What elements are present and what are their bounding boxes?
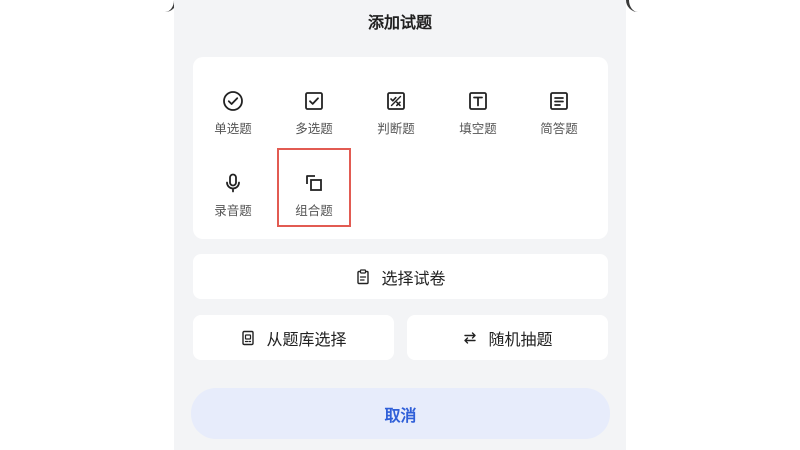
from-bank-label: 从题库选择: [266, 329, 347, 349]
select-paper-button[interactable]: 选择试卷: [193, 254, 608, 299]
text-t-icon: [469, 92, 487, 110]
random-draw-button[interactable]: 随机抽题: [407, 315, 608, 360]
add-question-sheet: 添加试题 单选题 多选题 判断题 填空题 简答题 录音题 组合题 选择试卷 从题…: [174, 0, 626, 450]
type-fill-blank[interactable]: 填空题: [443, 67, 513, 137]
cancel-label: 取消: [384, 405, 417, 425]
type-label: 录音题: [214, 203, 252, 218]
type-label: 判断题: [377, 121, 415, 136]
dialog-title: 添加试题: [367, 13, 432, 32]
phone-frame-corner-right: [626, 0, 641, 12]
swap-arrows-icon: [464, 331, 477, 344]
type-label: 填空题: [459, 121, 497, 136]
checkbox-icon: [305, 92, 323, 110]
text-lines-icon: [550, 92, 568, 110]
from-bank-button[interactable]: 从题库选择: [193, 315, 394, 360]
type-label: 简答题: [540, 121, 578, 136]
cancel-button[interactable]: 取消: [191, 388, 610, 439]
select-paper-label: 选择试卷: [381, 268, 446, 288]
type-label: 单选题: [214, 121, 252, 136]
true-false-icon: [387, 92, 405, 110]
random-draw-label: 随机抽题: [488, 329, 553, 349]
type-short-answer[interactable]: 简答题: [524, 67, 594, 137]
type-audio-record[interactable]: 录音题: [198, 149, 268, 219]
microphone-icon: [226, 173, 240, 193]
type-single-choice[interactable]: 单选题: [198, 67, 268, 137]
selection-highlight: [277, 148, 351, 227]
clipboard-icon: [357, 268, 370, 284]
type-label: 多选题: [295, 121, 333, 136]
question-bank-icon: [242, 330, 255, 345]
check-circle-icon: [223, 91, 243, 111]
question-type-grid: 单选题 多选题 判断题 填空题 简答题 录音题 组合题: [193, 57, 608, 239]
type-true-false[interactable]: 判断题: [361, 67, 431, 137]
type-multiple-choice[interactable]: 多选题: [279, 67, 349, 137]
